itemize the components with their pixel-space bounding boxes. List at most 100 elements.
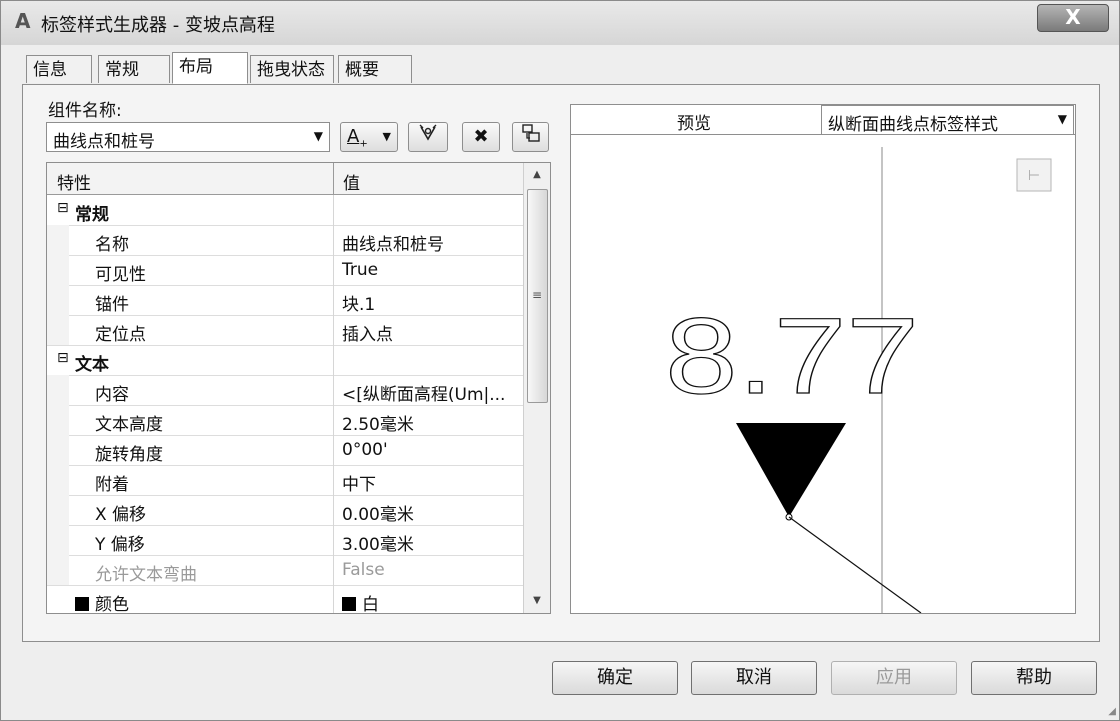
property-row-y-offset[interactable]: Y 偏移 3.00毫米: [47, 525, 523, 556]
title-bar[interactable]: A 标签样式生成器 - 变坡点高程 X: [1, 1, 1119, 45]
preview-toolbar: 预览 纵断面曲线点标签样式 ▼: [570, 104, 1076, 136]
property-row-x-offset[interactable]: X 偏移 0.00毫米: [47, 495, 523, 526]
component-name-label: 组件名称:: [48, 101, 122, 121]
delete-component-button[interactable]: ✖: [462, 122, 500, 152]
tab-info[interactable]: 信息: [26, 55, 92, 83]
property-row-attachment[interactable]: 附着 中下: [47, 465, 523, 496]
property-name: 颜色: [75, 590, 129, 614]
help-button[interactable]: 帮助: [971, 661, 1097, 695]
tab-drag-state-label: 拖曳状态: [257, 60, 325, 80]
category-row-text[interactable]: ⊟ 文本: [47, 345, 523, 376]
row-gutter: [47, 285, 69, 315]
color-swatch: [342, 597, 356, 611]
copy-component-icon: [417, 124, 439, 147]
column-divider[interactable]: [333, 163, 334, 194]
cell-divider: [333, 465, 334, 495]
component-name-select[interactable]: 曲线点和桩号 ▼: [46, 122, 330, 152]
property-name: 内容: [95, 385, 129, 405]
tab-general-label: 常规: [105, 60, 139, 80]
property-value[interactable]: 曲线点和桩号: [342, 230, 444, 255]
scrollbar-thumb[interactable]: ≡: [527, 189, 548, 403]
row-gutter: [47, 225, 69, 255]
property-name: 锚件: [95, 295, 129, 315]
scroll-down-icon[interactable]: ▼: [524, 589, 550, 613]
property-value[interactable]: 0°00': [342, 440, 388, 460]
preview-canvas[interactable]: ⊢ 8.77: [570, 134, 1076, 614]
apply-button: 应用: [831, 661, 957, 695]
property-grid: 特性 值 ⊟ 常规 名称 曲线点和桩号 可见性 True 锚件 块.1 定位点 …: [46, 162, 551, 614]
tab-summary[interactable]: 概要: [338, 55, 412, 83]
cell-divider: [333, 225, 334, 255]
chevron-down-icon: ▼: [382, 130, 391, 143]
collapse-icon[interactable]: ⊟: [57, 200, 69, 216]
chevron-down-icon: ▼: [313, 129, 323, 143]
preview-elevation-text: 8.77: [665, 295, 919, 416]
extents-icon-glyph: ⊢: [1028, 167, 1040, 183]
create-text-component-icon: A+: [347, 126, 368, 150]
label-preview-drawing: ⊢ 8.77: [664, 147, 1052, 613]
cell-divider: [333, 555, 334, 585]
close-button[interactable]: X: [1037, 4, 1109, 32]
component-draw-order-button[interactable]: [512, 122, 549, 152]
color-property-label: 颜色: [95, 595, 129, 614]
property-row-name[interactable]: 名称 曲线点和桩号: [47, 225, 523, 256]
cell-divider: [333, 495, 334, 525]
property-value[interactable]: 块.1: [342, 290, 375, 315]
property-row-rotation-angle[interactable]: 旋转角度 0°00': [47, 435, 523, 466]
property-value[interactable]: 3.00毫米: [342, 530, 414, 555]
tab-layout[interactable]: 布局: [172, 52, 248, 84]
cell-divider: [333, 345, 334, 375]
copy-component-button[interactable]: [408, 122, 448, 152]
property-value[interactable]: 插入点: [342, 320, 393, 345]
row-gutter: [47, 315, 69, 345]
column-header-property[interactable]: 特性: [57, 169, 91, 194]
property-row-anchor-point[interactable]: 定位点 插入点: [47, 315, 523, 346]
property-value[interactable]: 0.00毫米: [342, 500, 414, 525]
cell-divider: [333, 525, 334, 555]
ok-button[interactable]: 确定: [552, 661, 678, 695]
property-grid-scrollbar[interactable]: ▲ ≡ ▼: [523, 163, 550, 613]
property-name: 允许文本弯曲: [95, 565, 197, 585]
property-row-anchor[interactable]: 锚件 块.1: [47, 285, 523, 316]
tab-info-label: 信息: [33, 60, 67, 80]
property-value[interactable]: 2.50毫米: [342, 410, 414, 435]
property-grid-header: 特性 值: [47, 163, 523, 195]
category-row-general[interactable]: ⊟ 常规: [47, 195, 523, 226]
property-value[interactable]: 中下: [342, 470, 376, 495]
property-name: X 偏移: [95, 505, 147, 525]
column-header-value[interactable]: 值: [343, 169, 360, 194]
property-name: Y 偏移: [95, 535, 145, 555]
create-text-component-button[interactable]: A+ ▼: [340, 122, 398, 152]
window-title: 标签样式生成器 - 变坡点高程: [41, 15, 275, 36]
property-value[interactable]: <[纵断面高程(Um|...: [342, 380, 505, 405]
preview-leader-line: [788, 516, 922, 613]
property-row-allow-curved-text[interactable]: 允许文本弯曲 False: [47, 555, 523, 586]
property-value[interactable]: True: [342, 260, 378, 280]
property-row-color[interactable]: 颜色 白: [47, 585, 523, 614]
cell-divider: [333, 285, 334, 315]
cell-divider: [333, 195, 334, 225]
property-value[interactable]: 白: [342, 590, 379, 613]
property-name: 旋转角度: [95, 445, 163, 465]
scroll-up-icon[interactable]: ▲: [524, 163, 550, 187]
delete-component-icon: ✖: [473, 126, 489, 147]
cell-divider: [333, 435, 334, 465]
resize-grip-icon[interactable]: ◢: [1108, 706, 1116, 717]
preview-style-select[interactable]: 纵断面曲线点标签样式 ▼: [821, 105, 1074, 135]
property-row-contents[interactable]: 内容 <[纵断面高程(Um|...: [47, 375, 523, 406]
component-draw-order-icon: [521, 124, 541, 147]
close-icon: X: [1065, 5, 1081, 29]
row-gutter: [47, 465, 69, 495]
property-row-text-height[interactable]: 文本高度 2.50毫米: [47, 405, 523, 436]
row-gutter: [47, 555, 69, 585]
tab-general[interactable]: 常规: [98, 55, 170, 83]
tab-drag-state[interactable]: 拖曳状态: [250, 55, 334, 83]
preview-marker-triangle: [736, 423, 846, 517]
row-gutter: [47, 525, 69, 555]
component-name-value: 曲线点和桩号: [53, 132, 155, 152]
cell-divider: [333, 255, 334, 285]
property-row-visibility[interactable]: 可见性 True: [47, 255, 523, 286]
collapse-icon[interactable]: ⊟: [57, 350, 69, 366]
cancel-button[interactable]: 取消: [691, 661, 817, 695]
cell-divider: [333, 375, 334, 405]
